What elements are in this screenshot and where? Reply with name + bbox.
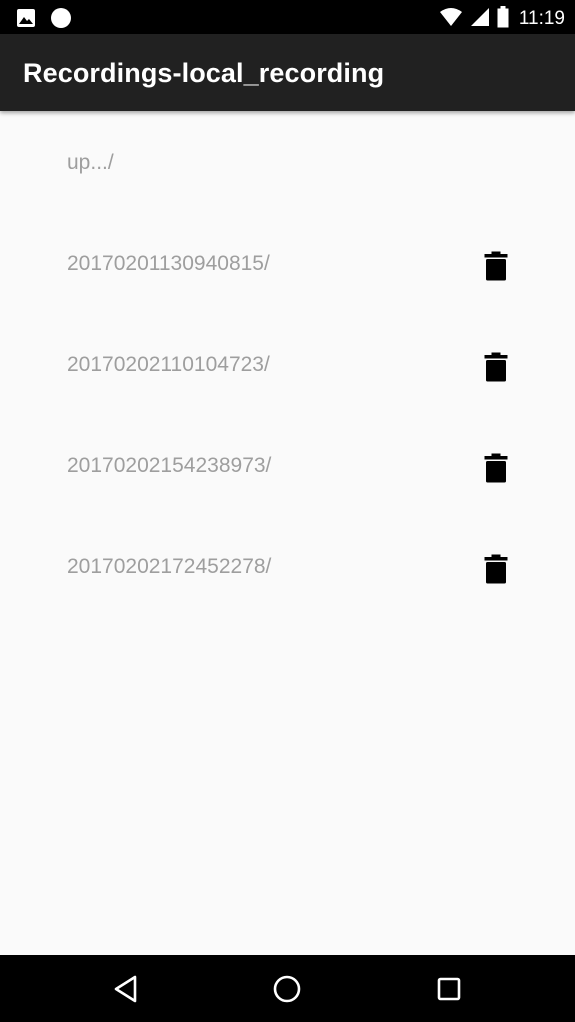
status-left-icons <box>16 7 72 33</box>
recents-icon <box>437 977 461 1001</box>
home-icon <box>273 975 301 1003</box>
recording-folder-label: 20170202172452278/ <box>67 555 272 578</box>
list-item[interactable]: 20170202172452278/ <box>0 515 575 616</box>
delete-button[interactable] <box>476 246 516 286</box>
circle-notification-icon <box>50 7 72 33</box>
page-title: Recordings-local_recording <box>23 58 385 88</box>
trash-icon <box>484 554 508 584</box>
recording-folder-label: 20170202154238973/ <box>67 454 272 477</box>
list-item[interactable]: 20170202154238973/ <box>0 414 575 515</box>
delete-button[interactable] <box>476 347 516 387</box>
trash-icon <box>484 352 508 382</box>
delete-button[interactable] <box>476 448 516 488</box>
image-icon <box>16 8 36 32</box>
status-time: 11:19 <box>518 8 565 29</box>
trash-icon <box>484 251 508 281</box>
recents-button[interactable] <box>427 967 471 1011</box>
list-item[interactable]: 20170202110104723/ <box>0 313 575 414</box>
delete-button[interactable] <box>476 549 516 589</box>
navigation-bar <box>0 955 575 1022</box>
wifi-icon <box>439 7 463 31</box>
back-icon <box>114 975 137 1003</box>
status-bar: 11:19 <box>0 0 575 34</box>
list-item-up[interactable]: up.../ <box>0 111 575 212</box>
recording-folder-label: 20170202110104723/ <box>67 353 270 376</box>
up-label: up.../ <box>67 151 114 174</box>
list-item[interactable]: 20170201130940815/ <box>0 212 575 313</box>
recordings-list: up.../ 20170201130940815/ 20170202110104… <box>0 111 575 616</box>
status-right-icons: 11:19 <box>439 6 565 32</box>
recording-folder-label: 20170201130940815/ <box>67 252 270 275</box>
trash-icon <box>484 453 508 483</box>
back-button[interactable] <box>104 967 148 1011</box>
cell-signal-icon <box>470 7 490 31</box>
battery-icon <box>497 6 509 32</box>
app-bar: Recordings-local_recording <box>0 34 575 111</box>
home-button[interactable] <box>265 967 309 1011</box>
